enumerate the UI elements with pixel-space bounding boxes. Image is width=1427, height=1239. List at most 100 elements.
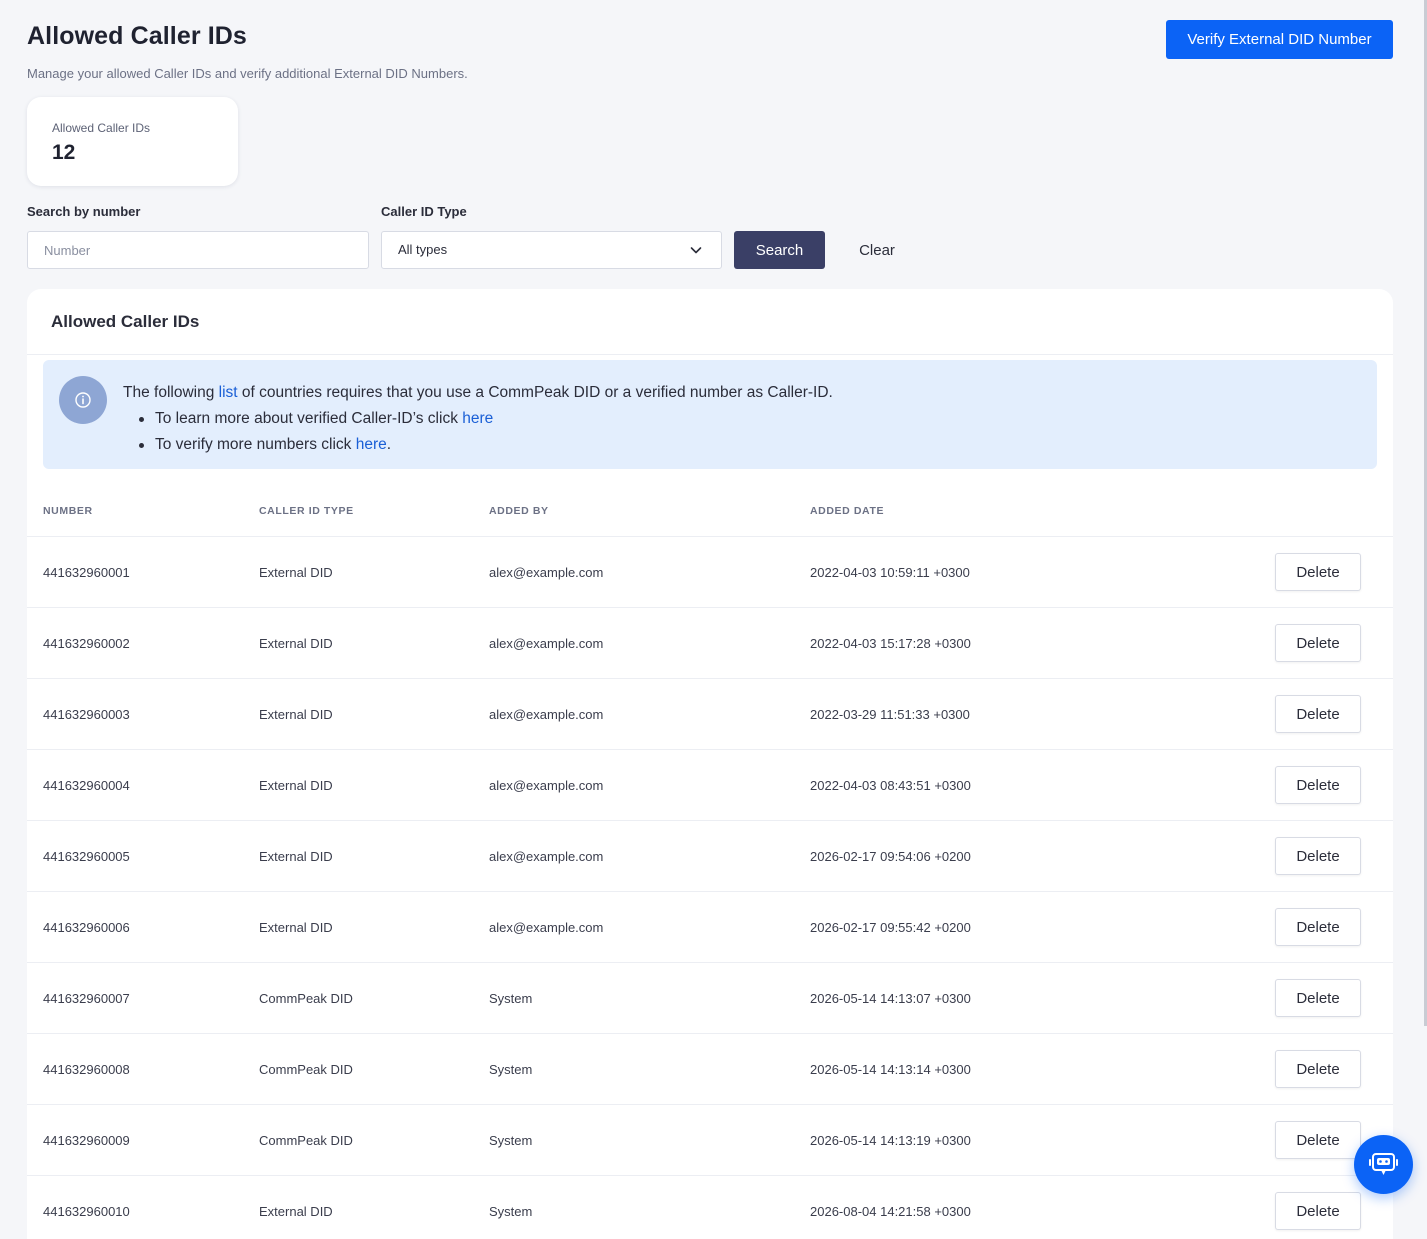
cell-type: External DID — [259, 1204, 333, 1219]
cell-added-date: 2022-04-03 15:17:28 +0300 — [810, 636, 971, 651]
table-row: 441632960004 External DID alex@example.c… — [27, 749, 1393, 820]
bullet-text: To verify more numbers click — [155, 436, 356, 453]
cell-type: External DID — [259, 778, 333, 793]
info-bullets: To learn more about verified Caller-ID’s… — [123, 406, 833, 458]
bullet-text: To learn more about verified Caller-ID’s… — [155, 410, 463, 427]
cell-number: 441632960010 — [43, 1204, 130, 1219]
cell-added-date: 2026-02-17 09:54:06 +0200 — [810, 849, 971, 864]
cell-type: External DID — [259, 920, 333, 935]
column-header-added-by: ADDED BY — [489, 505, 549, 517]
table-body: 441632960001 External DID alex@example.c… — [27, 536, 1393, 1239]
cell-added-by: alex@example.com — [489, 778, 604, 793]
column-header-caller-id-type: CALLER ID TYPE — [259, 505, 354, 517]
stat-card-allowed-caller-ids: Allowed Caller IDs 12 — [27, 97, 238, 186]
info-text: The following list of countries requires… — [123, 380, 833, 458]
cell-added-date: 2022-04-03 10:59:11 +0300 — [810, 565, 970, 580]
cell-type: External DID — [259, 849, 333, 864]
panel-title: Allowed Caller IDs — [51, 312, 200, 331]
bullet-end: . — [386, 436, 392, 453]
cell-added-by: System — [489, 1204, 533, 1219]
search-button[interactable]: Search — [734, 231, 825, 269]
cell-added-date: 2022-03-29 11:51:33 +0300 — [810, 707, 970, 722]
delete-button[interactable]: Delete — [1275, 908, 1361, 946]
countries-list-link[interactable]: list — [219, 384, 238, 401]
delete-button[interactable]: Delete — [1275, 837, 1361, 875]
info-line-prefix: The following — [123, 384, 219, 401]
cell-type: External DID — [259, 636, 333, 651]
cell-added-date: 2026-08-04 14:21:58 +0300 — [810, 1204, 971, 1219]
cell-added-date: 2026-05-14 14:13:19 +0300 — [810, 1133, 971, 1148]
cell-added-date: 2026-05-14 14:13:07 +0300 — [810, 991, 971, 1006]
table-row: 441632960005 External DID alex@example.c… — [27, 820, 1393, 891]
delete-button[interactable]: Delete — [1275, 979, 1361, 1017]
chat-bot-button[interactable] — [1354, 1135, 1413, 1194]
info-icon — [59, 376, 107, 424]
stat-value: 12 — [52, 141, 76, 164]
cell-added-by: alex@example.com — [489, 849, 604, 864]
cell-number: 441632960009 — [43, 1133, 130, 1148]
learn-more-link[interactable]: here — [462, 410, 493, 427]
delete-button[interactable]: Delete — [1275, 1050, 1361, 1088]
cell-number: 441632960007 — [43, 991, 130, 1006]
cell-added-by: alex@example.com — [489, 920, 604, 935]
clear-button[interactable]: Clear — [843, 231, 911, 269]
cell-number: 441632960004 — [43, 778, 130, 793]
cell-number: 441632960006 — [43, 920, 130, 935]
filter-bar: Search by number Caller ID Type All type… — [27, 204, 1393, 270]
table-row: 441632960002 External DID alex@example.c… — [27, 607, 1393, 678]
cell-added-by: alex@example.com — [489, 707, 604, 722]
delete-button[interactable]: Delete — [1275, 1192, 1361, 1230]
cell-number: 441632960003 — [43, 707, 130, 722]
info-bullet-verify-more: To verify more numbers click here. — [137, 432, 833, 458]
cell-type: CommPeak DID — [259, 1133, 353, 1148]
search-number-label: Search by number — [27, 204, 141, 219]
chat-bot-icon — [1369, 1153, 1398, 1175]
table-row: 441632960006 External DID alex@example.c… — [27, 891, 1393, 962]
cell-added-date: 2022-04-03 08:43:51 +0300 — [810, 778, 971, 793]
cell-type: External DID — [259, 707, 333, 722]
delete-button[interactable]: Delete — [1275, 553, 1361, 591]
cell-type: External DID — [259, 565, 333, 580]
cell-added-by: System — [489, 991, 533, 1006]
table-row: 441632960010 External DID System 2026-08… — [27, 1175, 1393, 1239]
cell-added-by: alex@example.com — [489, 565, 604, 580]
delete-button[interactable]: Delete — [1275, 695, 1361, 733]
table-row: 441632960001 External DID alex@example.c… — [27, 536, 1393, 607]
table-row: 441632960008 CommPeak DID System 2026-05… — [27, 1033, 1393, 1104]
cell-number: 441632960005 — [43, 849, 130, 864]
delete-button[interactable]: Delete — [1275, 624, 1361, 662]
delete-button[interactable]: Delete — [1275, 766, 1361, 804]
divider — [27, 354, 1393, 355]
page-title: Allowed Caller IDs — [27, 22, 247, 50]
info-line: The following list of countries requires… — [123, 380, 833, 406]
info-line-suffix: of countries requires that you use a Com… — [237, 384, 833, 401]
cell-added-date: 2026-02-17 09:55:42 +0200 — [810, 920, 971, 935]
table-row: 441632960007 CommPeak DID System 2026-05… — [27, 962, 1393, 1033]
table-row: 441632960003 External DID alex@example.c… — [27, 678, 1393, 749]
cell-added-by: System — [489, 1062, 533, 1077]
table-row: 441632960009 CommPeak DID System 2026-05… — [27, 1104, 1393, 1175]
page-subtitle: Manage your allowed Caller IDs and verif… — [27, 66, 468, 81]
cell-number: 441632960001 — [43, 565, 130, 580]
search-number-input[interactable] — [27, 231, 369, 269]
cell-added-date: 2026-05-14 14:13:14 +0300 — [810, 1062, 971, 1077]
caller-id-type-label: Caller ID Type — [381, 204, 467, 219]
delete-button[interactable]: Delete — [1275, 1121, 1361, 1159]
caller-id-type-selected: All types — [398, 242, 448, 257]
column-header-added-date: ADDED DATE — [810, 505, 885, 517]
cell-type: CommPeak DID — [259, 991, 353, 1006]
page-header: Allowed Caller IDs Manage your allowed C… — [27, 0, 1393, 98]
verify-external-did-button[interactable]: Verify External DID Number — [1166, 20, 1393, 59]
caller-id-type-select[interactable]: All types — [381, 231, 722, 269]
allowed-caller-ids-panel: Allowed Caller IDs The following list of… — [27, 289, 1393, 1239]
cell-added-by: System — [489, 1133, 533, 1148]
info-bullet-learn-more: To learn more about verified Caller-ID’s… — [137, 406, 833, 432]
stat-label: Allowed Caller IDs — [52, 121, 151, 135]
info-alert: The following list of countries requires… — [43, 360, 1377, 469]
cell-number: 441632960008 — [43, 1062, 130, 1077]
cell-type: CommPeak DID — [259, 1062, 353, 1077]
cell-number: 441632960002 — [43, 636, 130, 651]
verify-more-link[interactable]: here — [356, 436, 387, 453]
chevron-down-icon — [690, 247, 702, 254]
page: Allowed Caller IDs Manage your allowed C… — [27, 0, 1393, 1239]
